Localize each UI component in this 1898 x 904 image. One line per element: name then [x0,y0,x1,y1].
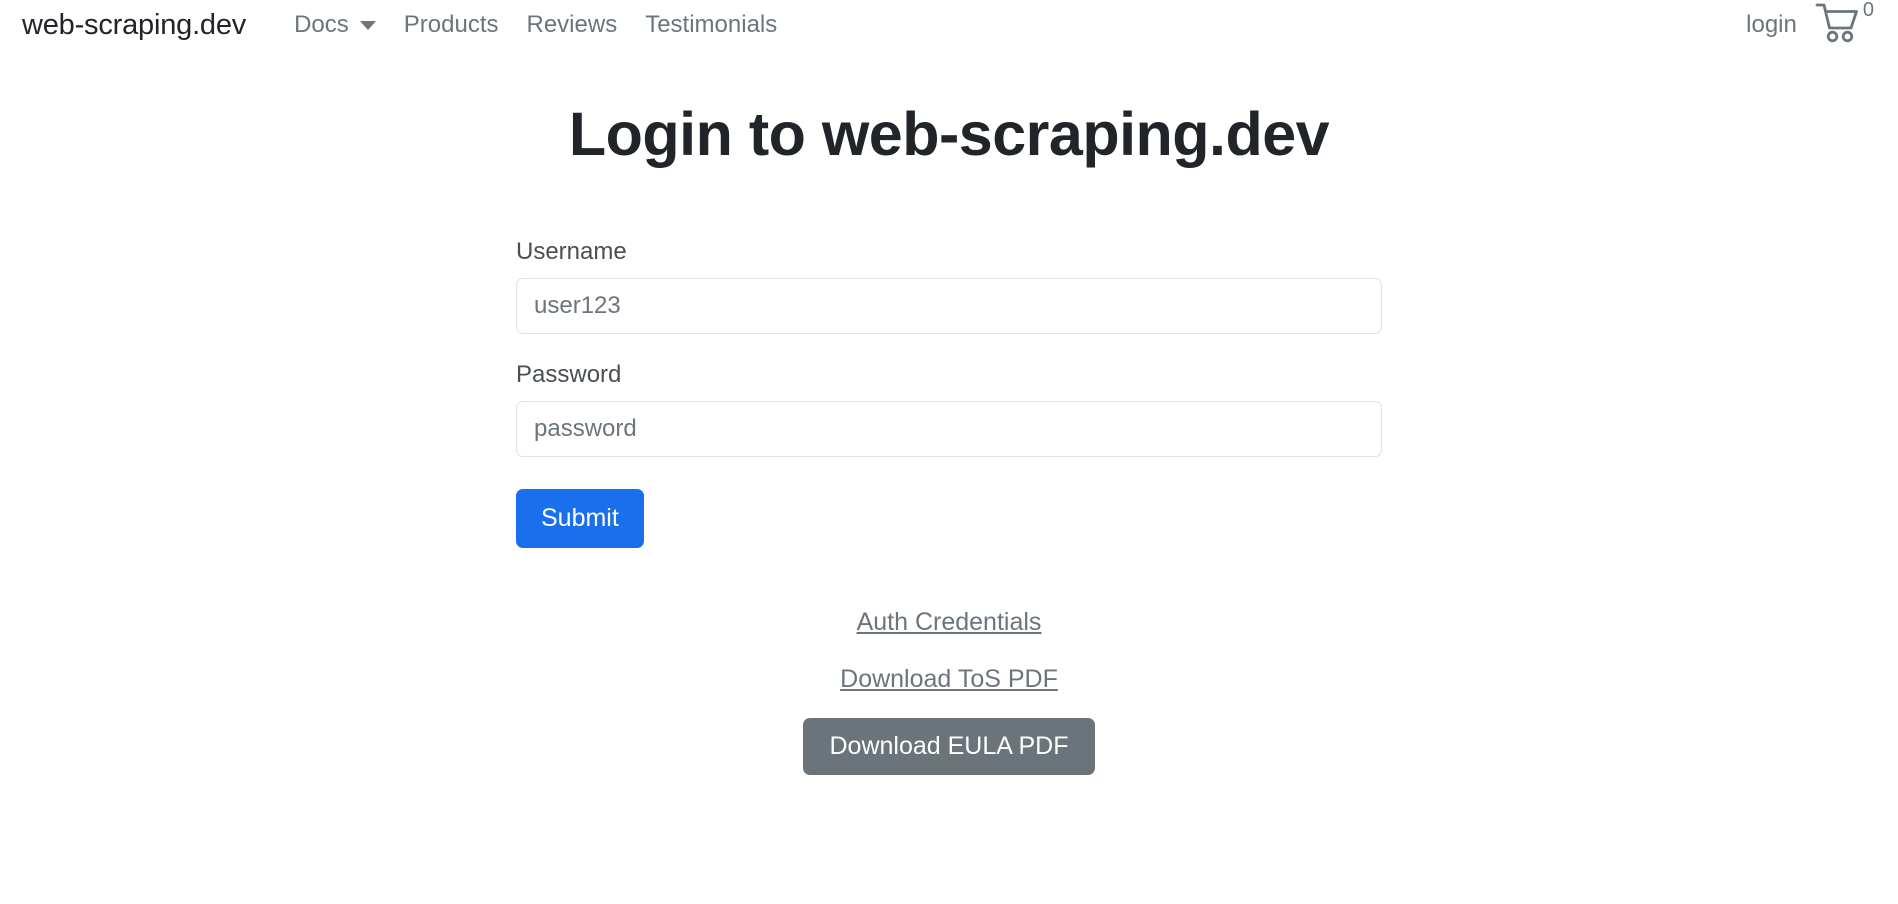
form-spacer [516,334,1382,361]
login-form: Username Password Submit [516,238,1382,548]
shopping-cart-icon [1815,2,1861,49]
username-input[interactable] [516,277,1382,334]
navbar-right-section: login 0 [1746,0,1876,49]
footer-links: Auth Credentials Download ToS PDF Downlo… [0,609,1898,775]
nav-item-docs-label: Docs [294,11,349,38]
username-form-group: Username [516,238,1382,334]
username-label: Username [516,238,627,266]
nav-item-reviews[interactable]: Reviews [513,13,632,37]
form-spacer-2 [516,457,1382,489]
password-form-group: Password [516,361,1382,457]
nav-item-docs[interactable]: Docs [280,13,390,37]
password-label: Password [516,360,622,388]
auth-credentials-link[interactable]: Auth Credentials [857,609,1042,635]
cart-button[interactable]: 0 [1815,0,1874,49]
nav-item-products[interactable]: Products [390,13,513,37]
download-eula-pdf-button[interactable]: Download EULA PDF [803,717,1095,775]
nav-item-testimonials[interactable]: Testimonials [631,13,791,37]
download-tos-pdf-link[interactable]: Download ToS PDF [840,666,1058,692]
login-link[interactable]: login [1746,13,1797,37]
brand-logo-link[interactable]: web-scraping.dev [22,10,246,40]
password-input[interactable] [516,400,1382,457]
cart-item-count: 0 [1862,0,1874,21]
page-title: Login to web-scraping.dev [568,100,1330,168]
top-navbar: web-scraping.dev Docs Products Reviews T… [0,0,1898,50]
nav-links: Docs Products Reviews Testimonials [280,13,791,37]
submit-button[interactable]: Submit [516,488,644,548]
chevron-down-icon [359,20,376,30]
